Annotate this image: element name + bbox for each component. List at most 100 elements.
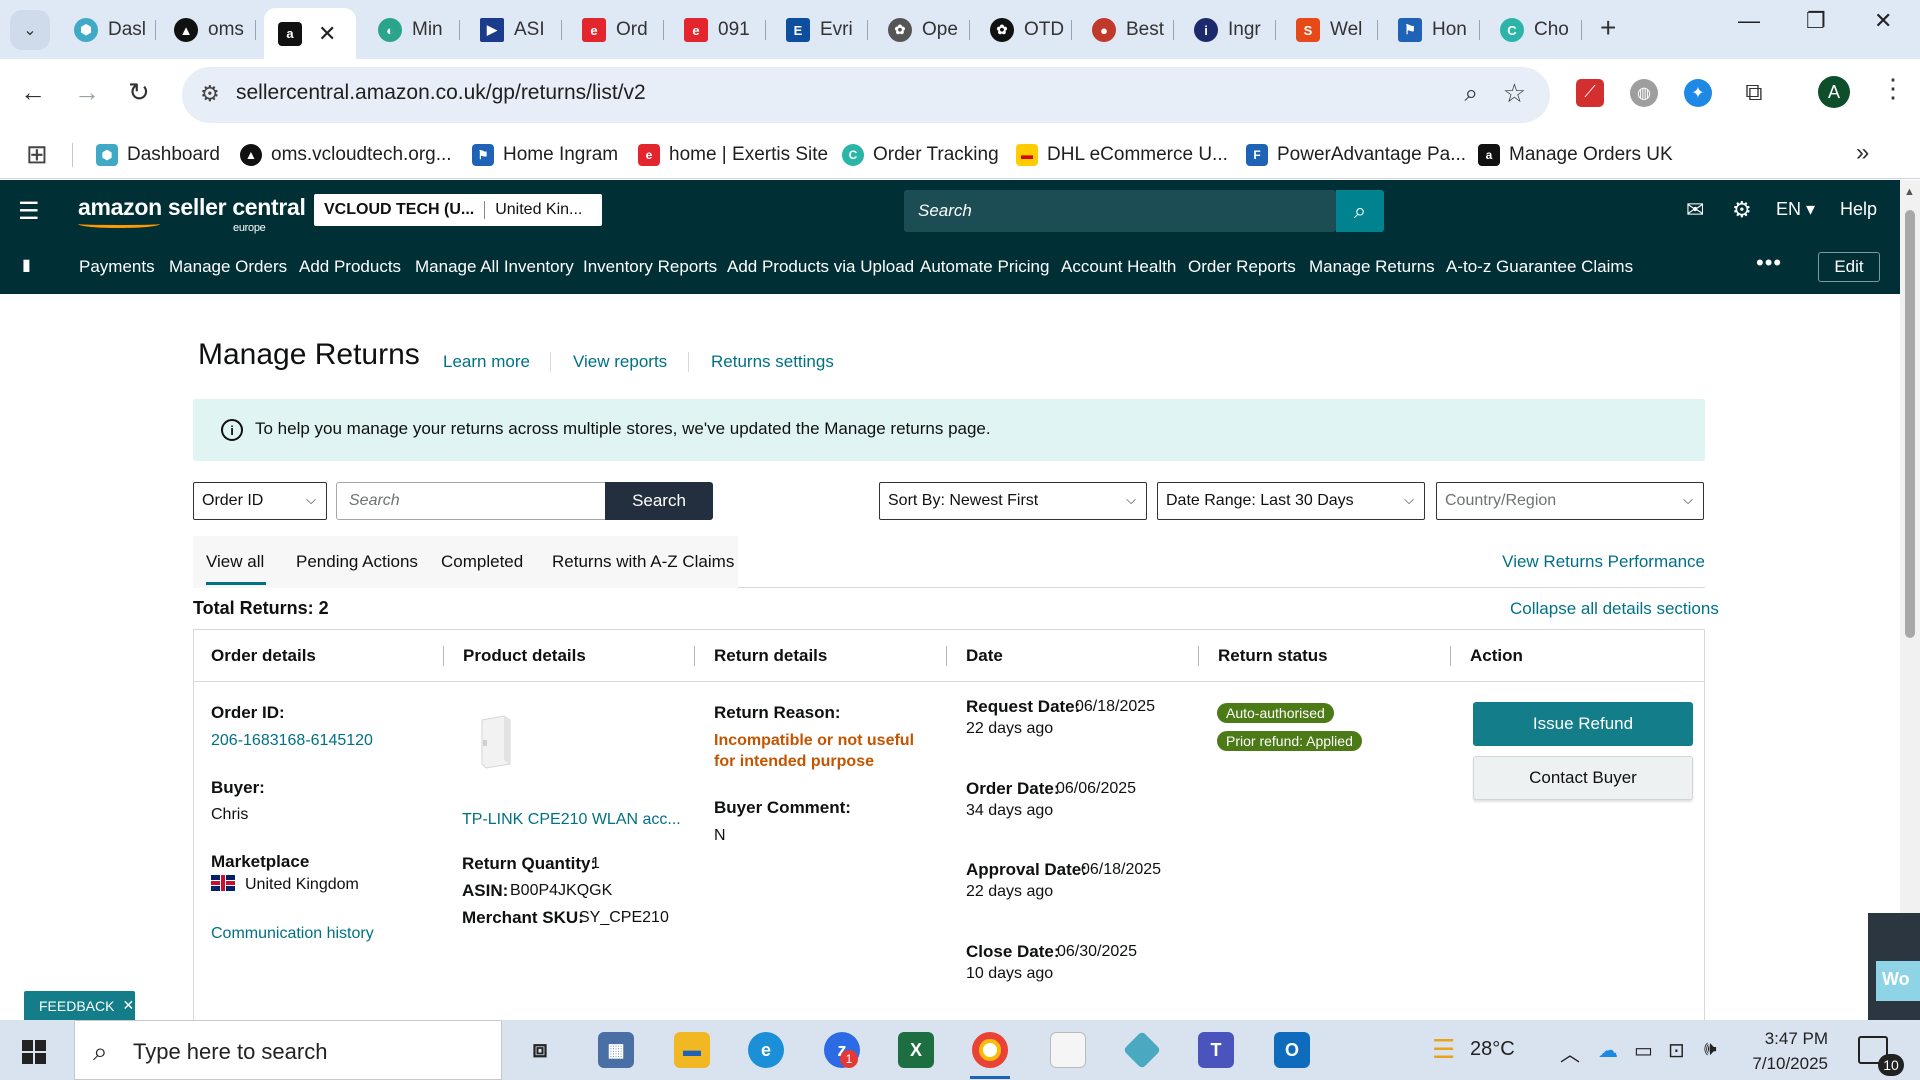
mail-icon[interactable]: ✉ <box>1686 197 1704 223</box>
nav-payments[interactable]: Payments <box>79 257 155 277</box>
global-search-button[interactable]: ⌕ <box>1336 190 1384 232</box>
product-name-link[interactable]: TP-LINK CPE210 WLAN acc... <box>462 811 681 829</box>
puzzle-extensions-icon[interactable]: ⧉ <box>1740 79 1768 107</box>
gear-icon[interactable]: ⚙ <box>1732 197 1752 223</box>
collapse-all-link[interactable]: Collapse all details sections <box>1510 599 1719 619</box>
nav-edit-button[interactable]: Edit <box>1818 252 1880 282</box>
task-view-icon[interactable]: ⧈ <box>522 1032 558 1068</box>
nav-manage-returns[interactable]: Manage Returns <box>1309 257 1435 277</box>
scroll-up-icon[interactable]: ▲ <box>1904 186 1915 198</box>
browser-tab[interactable]: ▶ ASI <box>466 9 562 51</box>
minimize-icon[interactable]: — <box>1738 8 1760 34</box>
bookmark-item[interactable]: a Manage Orders UK <box>1478 137 1673 173</box>
bookmark-item[interactable]: ⚑ Home Ingram <box>472 137 618 173</box>
tab-search-button[interactable]: ⌄ <box>10 10 50 50</box>
account-switcher[interactable]: VCLOUD TECH (U... United Kin... <box>314 194 602 226</box>
browser-tab[interactable]: E Evri <box>772 9 868 51</box>
back-icon[interactable]: ← <box>20 77 46 108</box>
apps-grid-icon[interactable]: ⊞ <box>26 139 48 170</box>
tab-pending-actions[interactable]: Pending Actions <box>296 552 418 572</box>
chrome-icon[interactable] <box>972 1032 1008 1068</box>
country-select[interactable]: Country/Region ⌵ <box>1436 482 1704 520</box>
browser-tab[interactable]: ⚑ Hon <box>1384 9 1480 51</box>
taskbar-search[interactable]: ⌕ Type here to search <box>74 1020 502 1080</box>
address-bar[interactable]: ⚙ sellercentral.amazon.co.uk/gp/returns/… <box>182 67 1550 123</box>
bookmark-item[interactable]: ⬢ Dashboard <box>96 137 220 173</box>
browser-tab[interactable]: e 091 <box>670 9 766 51</box>
url-text[interactable]: sellercentral.amazon.co.uk/gp/returns/li… <box>236 81 646 105</box>
bookmark-icon[interactable]: ▮ <box>22 255 31 275</box>
nav-automate-pricing[interactable]: Automate Pricing <box>920 257 1049 277</box>
nav-add-products[interactable]: Add Products <box>299 257 401 277</box>
seller-central-logo[interactable]: amazon seller central europe <box>78 194 306 234</box>
forward-icon[interactable]: → <box>74 77 100 108</box>
browser-tab[interactable]: ✿ OTD <box>976 9 1072 51</box>
browser-tab-active[interactable]: a ✕ <box>264 8 356 59</box>
communication-history-link[interactable]: Communication history <box>211 925 374 943</box>
network-icon[interactable]: ⊡ <box>1668 1038 1685 1063</box>
view-reports-link[interactable]: View reports <box>573 352 667 372</box>
returns-search-input[interactable] <box>336 482 606 520</box>
browser-tab[interactable]: ● Best <box>1078 9 1174 51</box>
browser-tab[interactable]: i Ingr <box>1180 9 1276 51</box>
date-range-select[interactable]: Date Range: Last 30 Days ⌵ <box>1157 482 1425 520</box>
hexagon-app-icon[interactable] <box>1122 1030 1162 1070</box>
nav-manage-inventory[interactable]: Manage All Inventory <box>415 257 574 277</box>
side-widget[interactable]: Wo <box>1868 913 1920 1020</box>
browser-tab[interactable]: e Ord <box>568 9 664 51</box>
site-info-icon[interactable]: ⚙ <box>200 81 220 107</box>
weather-icon[interactable]: ☰ <box>1432 1034 1455 1065</box>
view-returns-performance-link[interactable]: View Returns Performance <box>1502 552 1705 572</box>
product-thumbnail[interactable] <box>474 714 514 770</box>
onedrive-icon[interactable]: ☁ <box>1598 1038 1618 1063</box>
page-scrollbar[interactable]: ▲ <box>1900 180 1920 1020</box>
nav-add-products-upload[interactable]: Add Products via Upload <box>727 257 914 277</box>
globe-extension-icon[interactable]: ◍ <box>1630 79 1658 107</box>
nav-account-health[interactable]: Account Health <box>1061 257 1176 277</box>
tab-view-all[interactable]: View all <box>206 552 264 572</box>
contact-buyer-button[interactable]: Contact Buyer <box>1473 756 1693 800</box>
sort-select[interactable]: Sort By: Newest First ⌵ <box>879 482 1147 520</box>
browser-tab[interactable]: ⬢ Dasl <box>60 9 156 51</box>
battery-icon[interactable]: ▭ <box>1634 1038 1653 1063</box>
notepad-icon[interactable] <box>1050 1032 1086 1068</box>
bookmark-item[interactable]: e home | Exertis Site <box>638 137 828 173</box>
nav-order-reports[interactable]: Order Reports <box>1188 257 1296 277</box>
browser-tab[interactable]: ◐ Min <box>364 9 460 51</box>
windows-start-icon[interactable] <box>22 1040 46 1064</box>
edge-icon[interactable]: e <box>748 1032 784 1068</box>
more-bookmarks-icon[interactable]: » <box>1856 139 1869 167</box>
learn-more-link[interactable]: Learn more <box>443 352 530 372</box>
nav-inventory-reports[interactable]: Inventory Reports <box>583 257 717 277</box>
help-link[interactable]: Help <box>1840 199 1877 220</box>
volume-icon[interactable]: 🕪 <box>1704 1038 1717 1061</box>
teams-icon[interactable]: T <box>1198 1032 1234 1068</box>
file-explorer-icon[interactable]: ▬ <box>674 1032 710 1068</box>
bookmark-item[interactable]: ▬ DHL eCommerce U... <box>1016 137 1228 173</box>
browser-tab[interactable]: ▲ oms <box>160 9 256 51</box>
nav-more-icon[interactable]: ••• <box>1756 250 1782 276</box>
global-search-input[interactable]: Search <box>904 190 1336 232</box>
nav-atoz-claims[interactable]: A-to-z Guarantee Claims <box>1446 257 1633 277</box>
close-tab-icon[interactable]: ✕ <box>318 21 336 47</box>
order-id-link[interactable]: 206-1683168-6145120 <box>211 732 373 750</box>
excel-icon[interactable]: X <box>898 1032 934 1068</box>
pdf-extension-icon[interactable]: ⟋ <box>1576 79 1604 107</box>
nav-manage-orders[interactable]: Manage Orders <box>169 257 287 277</box>
bookmark-item[interactable]: ▲ oms.vcloudtech.org... <box>240 137 452 173</box>
browser-menu-icon[interactable]: ⋮ <box>1880 73 1906 104</box>
returns-settings-link[interactable]: Returns settings <box>711 352 834 372</box>
close-window-icon[interactable]: ✕ <box>1874 8 1892 34</box>
browser-tab[interactable]: ✿ Ope <box>874 9 970 51</box>
tab-completed[interactable]: Completed <box>441 552 523 572</box>
feedback-button[interactable]: FEEDBACK ✕ <box>24 991 135 1020</box>
restore-icon[interactable]: ❐ <box>1806 8 1826 34</box>
network-extension-icon[interactable]: ✦ <box>1684 79 1712 107</box>
returns-search-button[interactable]: Search <box>605 482 713 520</box>
bookmark-item[interactable]: C Order Tracking <box>842 137 999 173</box>
language-selector[interactable]: EN ▾ <box>1776 199 1815 220</box>
scrollbar-thumb[interactable] <box>1905 210 1915 638</box>
bookmark-item[interactable]: F PowerAdvantage Pa... <box>1246 137 1466 173</box>
outlook-icon[interactable]: O <box>1274 1032 1310 1068</box>
temperature[interactable]: 28°C <box>1470 1038 1515 1061</box>
